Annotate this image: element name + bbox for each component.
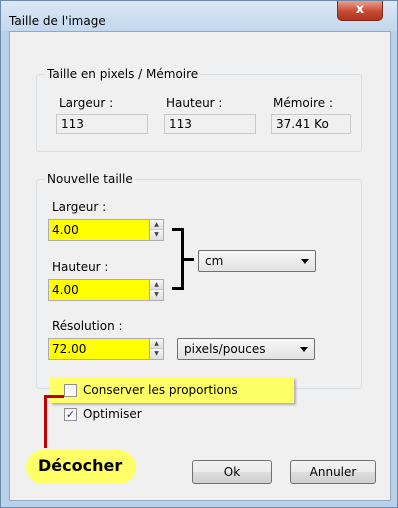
resolution-unit-value: pixels/pouces xyxy=(184,342,266,356)
resolution-spinner[interactable]: 72.00 ▲ ▼ xyxy=(48,338,164,360)
optimize-label[interactable]: Optimiser xyxy=(83,407,142,421)
callout-line-vertical xyxy=(44,396,47,448)
chevron-down-icon xyxy=(300,347,308,352)
pixel-height-field: 113 xyxy=(164,114,256,134)
decocher-callout: Décocher xyxy=(26,450,136,484)
keep-proportions-label[interactable]: Conserver les proportions xyxy=(83,383,238,397)
memory-field: 37.41 Ko xyxy=(271,114,351,134)
spin-down-icon[interactable]: ▼ xyxy=(150,290,163,300)
optimize-checkbox[interactable]: ✓ xyxy=(64,408,77,421)
spin-down-icon[interactable]: ▼ xyxy=(150,349,163,359)
pixel-height-label: Hauteur : xyxy=(166,96,223,110)
spin-up-icon[interactable]: ▲ xyxy=(150,220,163,230)
spin-up-icon[interactable]: ▲ xyxy=(150,280,163,290)
height-input[interactable]: 4.00 xyxy=(49,280,149,300)
height-spin-arrows: ▲ ▼ xyxy=(149,280,163,300)
new-height-label: Hauteur : xyxy=(52,260,109,274)
size-unit-dropdown[interactable]: cm xyxy=(198,250,316,272)
pixel-size-group-legend: Taille en pixels / Mémoire xyxy=(45,67,201,81)
close-button[interactable]: x xyxy=(337,1,383,21)
dialog-body: Taille en pixels / Mémoire Largeur : Hau… xyxy=(9,31,391,501)
memory-label: Mémoire : xyxy=(273,96,334,110)
new-size-group-legend: Nouvelle taille xyxy=(45,172,135,186)
width-spinner[interactable]: 4.00 ▲ ▼ xyxy=(48,219,164,241)
resolution-input[interactable]: 72.00 xyxy=(49,339,149,359)
cancel-button[interactable]: Annuler xyxy=(290,460,376,484)
title-bar: Taille de l'image x xyxy=(1,1,397,31)
dialog-title: Taille de l'image xyxy=(9,14,106,28)
keep-proportions-checkbox[interactable] xyxy=(64,384,77,397)
resolution-spin-arrows: ▲ ▼ xyxy=(149,339,163,359)
pixel-size-group: Taille en pixels / Mémoire xyxy=(36,67,362,152)
check-icon: ✓ xyxy=(65,408,76,421)
pixel-width-label: Largeur : xyxy=(59,96,114,110)
chevron-down-icon xyxy=(301,259,309,264)
image-size-dialog: Taille de l'image x Taille en pixels / M… xyxy=(0,0,398,508)
height-spinner[interactable]: 4.00 ▲ ▼ xyxy=(48,279,164,301)
new-width-label: Largeur : xyxy=(52,200,107,214)
resolution-label: Résolution : xyxy=(52,319,123,333)
callout-line-horizontal xyxy=(44,395,64,398)
resolution-unit-dropdown[interactable]: pixels/pouces xyxy=(177,338,315,360)
size-unit-value: cm xyxy=(205,254,224,268)
close-icon: x xyxy=(355,2,365,17)
ok-button[interactable]: Ok xyxy=(192,460,272,484)
pixel-width-field: 113 xyxy=(56,114,148,134)
width-spin-arrows: ▲ ▼ xyxy=(149,220,163,240)
spin-up-icon[interactable]: ▲ xyxy=(150,339,163,349)
spin-down-icon[interactable]: ▼ xyxy=(150,230,163,240)
width-input[interactable]: 4.00 xyxy=(49,220,149,240)
